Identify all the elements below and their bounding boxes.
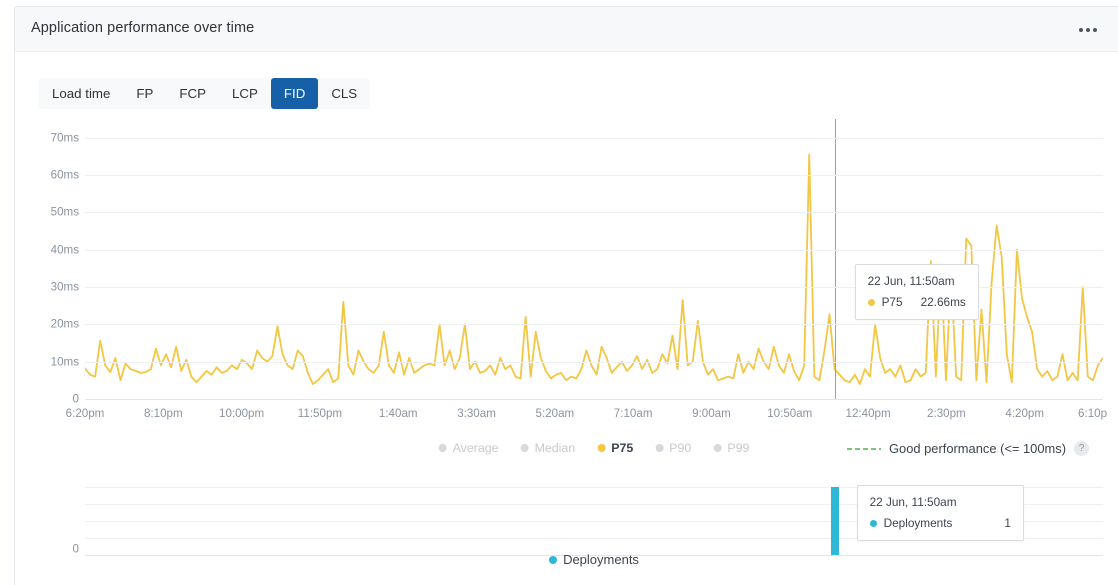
legend-label: P99 [727,441,750,455]
x-axis-labels: 6:20pm 8:10pm 10:00pm 11:50pm 1:40am 3:30am 5:… [66,407,1107,427]
series-line-p75 [85,153,1103,385]
legend-item-median[interactable]: Median [520,441,576,455]
legend-item-average[interactable]: Average [438,441,499,455]
deployments-legend: Deployments [85,552,1103,567]
tab-fp[interactable]: FP [123,78,166,109]
legend-label: P90 [669,441,692,455]
series-dot-icon [438,444,447,452]
x-tick-label: 7:10am [613,407,653,420]
tooltip-value: 1 [1004,516,1011,530]
metric-tabs: Load time FP FCP LCP FID CLS [39,78,371,109]
page-title: Application performance over time [31,20,255,36]
performance-card: Application performance over time Load t… [14,6,1118,585]
threshold-label: Good performance (<= 100ms) [889,441,1066,456]
y-axis-labels: 0 10ms 20ms 30ms 40ms 50ms 60ms 70ms [25,119,79,405]
gridline [85,324,1103,326]
series-legend: Average Median P75 P90 P99 [438,441,749,455]
main-tooltip: 22 Jun, 11:50am P75 22.66ms [854,264,979,320]
deployments-chart: 0 22 Jun, 11:50am Deployments 1 [15,475,1118,585]
x-tick-label: 3:30am [457,407,496,420]
gridline [85,175,1103,176]
series-dot-icon [520,444,529,452]
x-tick-label: 4:20pm [1005,407,1045,420]
deployments-tooltip: 22 Jun, 11:50am Deployments 1 [856,485,1024,541]
y-tick-label: 30ms [50,280,79,294]
x-tick-label: 6:20pm [65,407,105,420]
tooltip-value: 22.66ms [920,295,966,309]
gridline [85,399,1103,400]
kebab-menu-icon[interactable] [1074,21,1102,39]
legend-item-p99[interactable]: P99 [713,441,749,455]
legend-label: Median [534,441,576,455]
gridline [85,137,1103,139]
tooltip-row: P75 22.66ms [867,295,966,309]
tab-cls[interactable]: CLS [318,78,370,109]
deployments-y-axis-zero: 0 [72,542,79,556]
card-header: Application performance over time [15,7,1118,52]
x-tick-label: 10:50am [767,407,813,420]
tooltip-row: Deployments 1 [869,516,1011,530]
legend-item-p90[interactable]: P90 [655,441,691,455]
help-icon[interactable]: ? [1074,441,1089,456]
deployment-bar[interactable] [830,487,839,555]
legend-label: Average [452,441,499,455]
y-tick-label: 0 [72,392,79,406]
x-tick-label: 9:00am [692,407,731,420]
x-tick-label: 5:20am [535,407,575,420]
x-tick-label: 6:10p [1078,407,1108,420]
y-tick-label: 10ms [50,355,79,369]
plot-area[interactable] [85,119,1103,400]
gridline [85,249,1103,251]
main-chart: 0 10ms 20ms 30ms 40ms 50ms 60ms 70ms 6:20pm 8:10… [15,119,1118,429]
y-tick-label: 40ms [50,243,79,257]
tab-fid[interactable]: FID [270,78,319,109]
x-tick-label: 12:40pm [845,407,891,420]
legend-item-deployments[interactable]: Deployments [549,552,639,567]
crosshair-line [834,119,836,399]
legend-label: Deployments [563,552,639,567]
legend-label: P75 [611,441,634,455]
chart-legend: Average Median P75 P90 P99 Good performance … [85,439,1103,465]
gridline [85,212,1103,214]
series-dot-icon [597,444,606,452]
gridline [85,361,1103,363]
series-dot-icon [869,519,877,527]
tooltip-series-label: P75 [881,295,903,309]
legend-item-p75[interactable]: P75 [597,441,633,455]
x-tick-label: 8:10pm [143,407,183,420]
series-dot-icon [655,444,664,452]
tab-lcp[interactable]: LCP [219,78,271,109]
tooltip-series-label: Deployments [883,516,953,530]
series-dot-icon [549,555,558,564]
y-tick-label: 50ms [50,205,79,219]
y-tick-label: 70ms [50,131,79,145]
x-tick-label: 10:00pm [219,407,265,420]
y-tick-label: 20ms [50,317,79,331]
x-tick-label: 2:30pm [927,407,966,420]
tab-load-time[interactable]: Load time [39,78,123,109]
tooltip-date: 22 Jun, 11:50am [869,495,957,509]
series-dot-icon [713,444,722,452]
y-tick-label: 60ms [50,168,79,182]
dashed-line-icon [847,447,882,450]
tab-fcp[interactable]: FCP [166,78,219,109]
series-dot-icon [867,298,875,306]
x-tick-label: 11:50pm [297,407,343,420]
x-tick-label: 1:40am [378,407,418,420]
threshold-legend: Good performance (<= 100ms) ? [847,441,1089,456]
tooltip-date: 22 Jun, 11:50am [867,274,955,288]
